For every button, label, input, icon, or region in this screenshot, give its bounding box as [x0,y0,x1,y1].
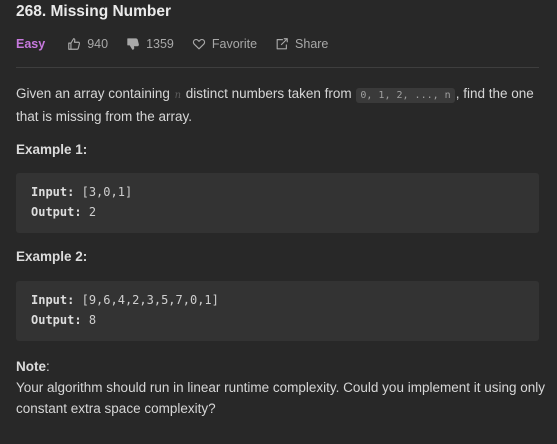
difficulty-badge: Easy [16,37,46,51]
example-2-output-line: Output: 8 [31,313,97,327]
share-button[interactable]: Share [275,37,328,51]
example-2-input-line: Input: [9,6,4,2,3,5,7,0,1] [31,293,219,307]
thumbs-down-icon [127,38,139,50]
example-1-code-block: Input: [3,0,1] Output: 2 [16,173,539,233]
like-count: 940 [87,37,109,51]
favorite-button[interactable]: Favorite [192,37,257,51]
example-2-code-block: Input: [9,6,4,2,3,5,7,0,1] Output: 8 [16,281,539,341]
example-1-input-line: Input: [3,0,1] [31,185,133,199]
example-1-output-line: Output: 2 [31,205,97,219]
problem-meta-bar: Easy 940 1359 Favorite Share [16,35,346,53]
heart-icon [192,38,206,50]
note-label: Note [16,359,46,374]
variable-n: n [174,90,182,101]
note-section: Note: Your algorithm should run in linear… [16,359,546,416]
inline-code-sequence: 0, 1, 2, ..., n [356,88,455,103]
problem-title: 268. Missing Number [16,3,172,20]
dislike-button[interactable]: 1359 [126,37,174,51]
problem-description: Given an array containing n distinct num… [16,86,534,124]
example-2-label: Example 2: [16,249,88,264]
dislike-count: 1359 [146,37,174,51]
example-1-label: Example 1: [16,142,88,157]
share-icon [276,38,288,50]
note-text: Your algorithm should run in linear runt… [16,380,546,416]
divider [16,67,539,68]
like-button[interactable]: 940 [67,37,108,51]
thumbs-up-icon [68,38,81,50]
share-label: Share [295,37,329,51]
favorite-label: Favorite [211,37,258,51]
